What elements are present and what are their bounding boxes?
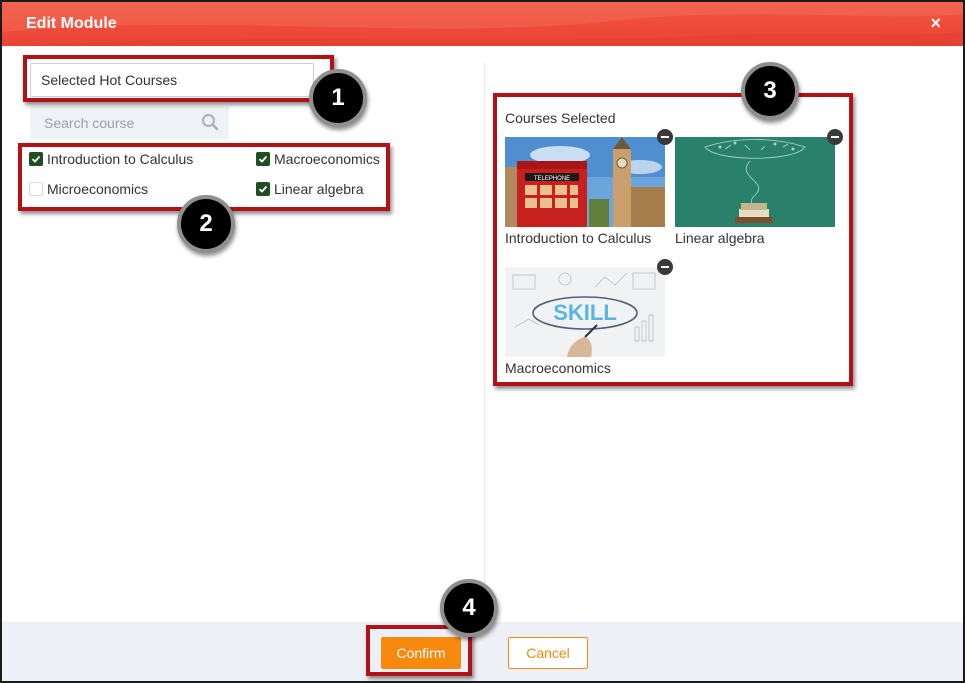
titlebar-swoosh	[2, 2, 963, 46]
callout-badge-3: 3	[741, 62, 799, 120]
selected-course-card: SKILL Macroeconomics	[505, 259, 673, 376]
course-thumbnail-chalkboard	[675, 137, 835, 227]
remove-course-icon[interactable]	[657, 129, 673, 145]
search-course-input[interactable]	[30, 106, 200, 139]
remove-course-icon[interactable]	[657, 259, 673, 275]
selected-course-name: Introduction to Calculus	[505, 230, 652, 246]
callout-badge-4: 4	[440, 579, 498, 637]
panel-divider	[484, 62, 485, 622]
course-checkbox-linear-algebra[interactable]: Linear algebra	[256, 180, 364, 198]
cancel-button[interactable]: Cancel	[508, 637, 588, 669]
remove-course-icon[interactable]	[827, 129, 843, 145]
callout-badge-2: 2	[177, 195, 235, 253]
course-checkbox-label: Macroeconomics	[274, 151, 380, 167]
course-checkbox-macroeconomics[interactable]: Macroeconomics	[256, 150, 380, 168]
selected-course-card: Linear algebra	[675, 129, 843, 246]
checkbox-checked-icon[interactable]	[29, 152, 43, 166]
checkbox-unchecked-icon[interactable]	[29, 182, 43, 196]
checkbox-checked-icon[interactable]	[256, 182, 270, 196]
course-thumbnail-skill-sketch: SKILL	[505, 267, 665, 357]
checkbox-checked-icon[interactable]	[256, 152, 270, 166]
confirm-button[interactable]: Confirm	[381, 637, 461, 669]
selected-course-name: Linear algebra	[675, 230, 765, 246]
search-icon[interactable]	[201, 113, 219, 131]
course-checkbox-introduction-to-calculus[interactable]: Introduction to Calculus	[29, 150, 193, 168]
courses-selected-heading: Courses Selected	[505, 110, 616, 126]
dialog-titlebar: Edit Module ×	[2, 2, 963, 46]
course-thumbnail-london: TELEPHONE	[505, 137, 665, 227]
course-checkbox-label: Linear algebra	[274, 181, 364, 197]
module-name-input[interactable]	[30, 63, 314, 97]
course-checkbox-label: Microeconomics	[47, 181, 149, 197]
dialog-title: Edit Module	[26, 15, 117, 32]
callout-badge-1: 1	[309, 69, 367, 127]
search-course-box	[30, 106, 229, 139]
close-icon[interactable]: ×	[930, 13, 941, 33]
selected-course-card: TELEPHONE Introduction to Calculus	[505, 129, 673, 246]
course-checkbox-label: Introduction to Calculus	[47, 151, 194, 167]
svg-text:TELEPHONE: TELEPHONE	[534, 176, 570, 182]
course-checkbox-microeconomics[interactable]: Microeconomics	[29, 180, 148, 198]
svg-text:SKILL: SKILL	[553, 300, 617, 325]
selected-course-name: Macroeconomics	[505, 360, 611, 376]
edit-module-dialog: Edit Module × Introduction to Calculus M…	[0, 0, 965, 683]
